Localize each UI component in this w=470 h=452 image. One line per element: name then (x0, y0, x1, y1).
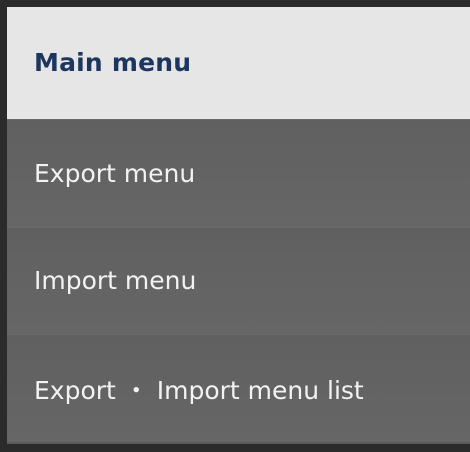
menu-item-import[interactable]: Import menu (7, 226, 470, 335)
menu-item-label: Export menu (34, 158, 196, 188)
menu-item-label: Import menu (34, 266, 197, 296)
menu-item-label: Export ・ Import menu list (34, 375, 364, 405)
menu-bottom-divider (7, 442, 470, 444)
main-menu-panel: Main menu Export menu Import menu Export… (7, 7, 470, 444)
menu-item-export-import-list[interactable]: Export ・ Import menu list (7, 334, 470, 442)
window-frame: Main menu Export menu Import menu Export… (0, 0, 470, 452)
main-menu-header: Main menu (7, 7, 470, 119)
menu-item-export[interactable]: Export menu (7, 118, 470, 227)
